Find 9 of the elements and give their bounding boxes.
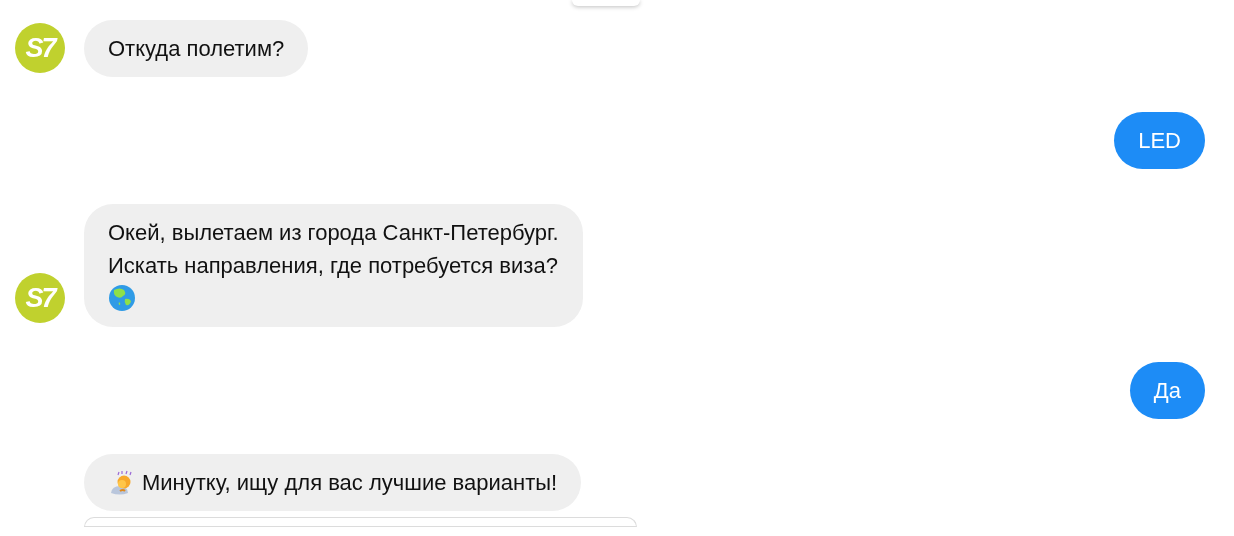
message-text: Минутку, ищу для вас лучшие варианты! [142,469,558,497]
avatar-logo: S7 [15,273,65,323]
message-text: LED [1138,128,1181,153]
globe-icon [108,284,136,312]
message-text: Откуда полетим? [108,36,285,61]
avatar-logo: S7 [15,23,65,73]
message-card [572,0,640,6]
message-text: Да [1153,378,1181,403]
message-text: Окей, вылетаем из города Санкт-Петербург. Искать направления, где потребуется виза? [108,220,559,278]
